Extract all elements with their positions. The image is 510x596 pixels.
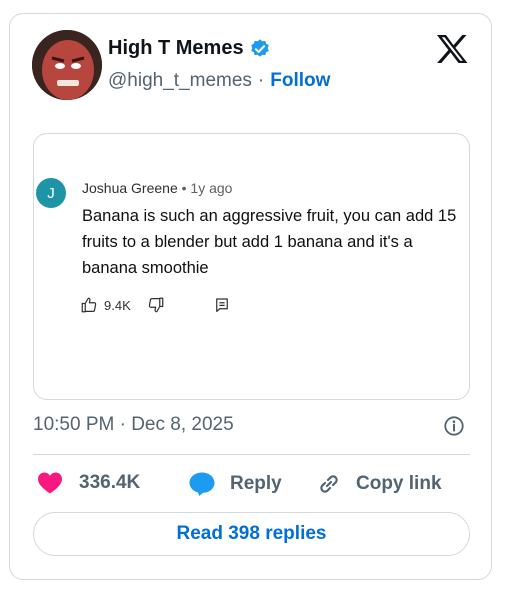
tweet-actions: 336.4K Reply Copy link: [0, 468, 510, 500]
reply-button[interactable]: Reply: [188, 471, 282, 497]
comment-like-count: 9.4K: [104, 297, 131, 313]
author-handle-row: @high_t_memes · Follow: [108, 70, 330, 92]
comment-age: 1y ago: [190, 180, 233, 196]
comment-actions: 9.4K: [80, 296, 231, 314]
tweet-timestamp[interactable]: 10:50 PM · Dec 8, 2025: [33, 414, 234, 436]
handle-separator: ·: [257, 70, 265, 91]
follow-button[interactable]: Follow: [270, 70, 330, 92]
x-logo-icon[interactable]: [436, 34, 468, 64]
comment-reply-icon: [215, 298, 228, 312]
like-count: 336.4K: [79, 472, 141, 493]
link-icon: [320, 475, 338, 493]
author-handle[interactable]: @high_t_memes: [108, 70, 252, 92]
divider: [33, 454, 470, 455]
comment-avatar: J: [36, 178, 66, 208]
reply-label: Reply: [230, 473, 282, 494]
author-display-name[interactable]: High T Memes: [108, 37, 244, 60]
copy-link-button[interactable]: Copy link: [316, 471, 442, 497]
verified-badge-icon: [250, 38, 269, 57]
author-name-row: High T Memes: [108, 37, 271, 60]
read-replies-button[interactable]: Read 398 replies: [33, 512, 470, 556]
comment-meta-separator: •: [181, 180, 187, 196]
like-button[interactable]: 336.4K: [37, 471, 140, 495]
thumbs-up-icon: [81, 297, 97, 313]
comment-author: Joshua Greene: [82, 180, 178, 196]
thumbs-down-icon: [148, 297, 164, 313]
info-icon[interactable]: [443, 415, 465, 437]
copy-link-label: Copy link: [356, 473, 442, 494]
reply-bubble-icon: [189, 472, 215, 496]
comment-meta: Joshua Greene • 1y ago: [82, 180, 232, 196]
author-avatar[interactable]: [32, 30, 102, 100]
heart-icon: [38, 472, 62, 494]
comment-text: Banana is such an aggressive fruit, you …: [82, 207, 457, 277]
